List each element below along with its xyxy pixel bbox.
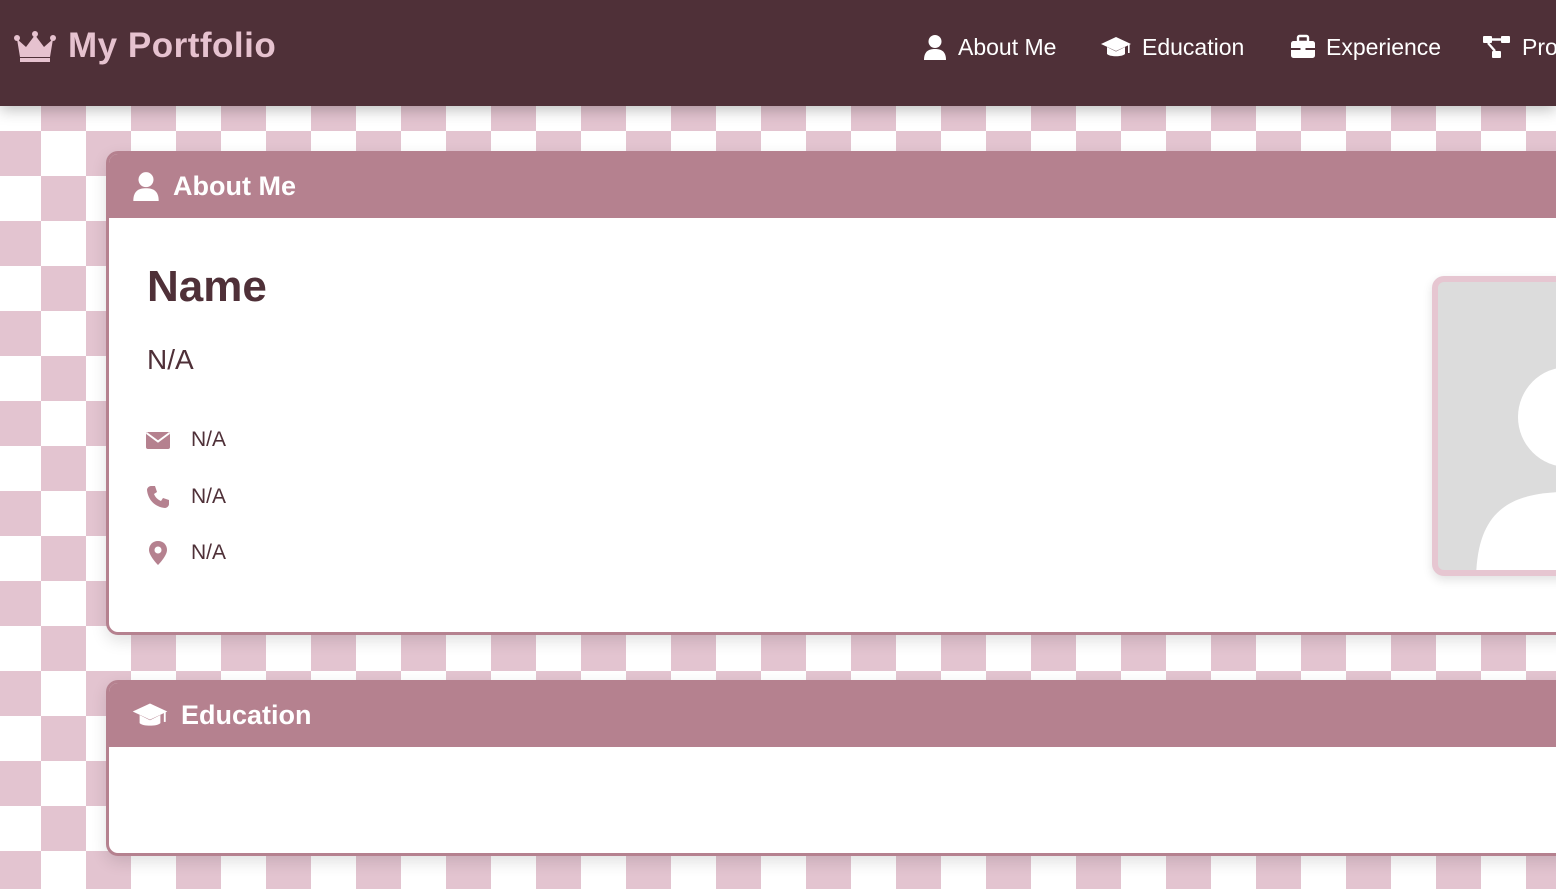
about-me-card: About Me Name N/A N/A N/A N/A bbox=[106, 151, 1556, 635]
nav-item-education[interactable]: Education bbox=[1100, 30, 1244, 64]
project-diagram-icon bbox=[1483, 36, 1510, 58]
graduation-cap-icon bbox=[132, 703, 168, 726]
contact-location: N/A bbox=[145, 540, 226, 566]
avatar-placeholder-icon bbox=[1476, 368, 1556, 570]
contact-phone: N/A bbox=[145, 484, 226, 510]
briefcase-icon bbox=[1291, 34, 1315, 58]
user-icon bbox=[924, 35, 946, 60]
brand-logo[interactable]: My Portfolio bbox=[14, 26, 276, 66]
phone-icon bbox=[147, 486, 169, 508]
crown-icon bbox=[14, 31, 56, 62]
nav-label-education: Education bbox=[1142, 33, 1245, 60]
map-marker-icon bbox=[149, 541, 167, 565]
name-value: N/A bbox=[147, 344, 194, 375]
section-title-education: Education bbox=[181, 699, 312, 730]
education-header: Education bbox=[109, 683, 1556, 747]
nav-item-experience[interactable]: Experience bbox=[1290, 30, 1441, 64]
about-me-header: About Me bbox=[109, 154, 1556, 218]
nav-item-projects[interactable]: Proj bbox=[1482, 30, 1556, 64]
phone-value: N/A bbox=[191, 485, 227, 508]
user-icon bbox=[133, 172, 159, 201]
nav-item-about-me[interactable]: About Me bbox=[922, 30, 1056, 64]
nav-label-about-me: About Me bbox=[958, 33, 1057, 60]
section-title-about-me: About Me bbox=[173, 170, 296, 201]
education-card: Education bbox=[106, 680, 1556, 856]
nav-label-experience: Experience bbox=[1326, 33, 1442, 60]
nav-label-projects: Proj bbox=[1522, 33, 1556, 60]
envelope-icon bbox=[145, 432, 171, 449]
graduation-cap-icon bbox=[1101, 37, 1131, 57]
email-value: N/A bbox=[191, 428, 227, 451]
brand-title: My Portfolio bbox=[68, 26, 277, 65]
top-navbar: My Portfolio About Me Education Experien… bbox=[0, 0, 1556, 106]
contact-email: N/A bbox=[145, 427, 226, 453]
profile-photo bbox=[1432, 276, 1556, 576]
name-heading: Name bbox=[147, 262, 267, 311]
location-value: N/A bbox=[191, 541, 227, 564]
